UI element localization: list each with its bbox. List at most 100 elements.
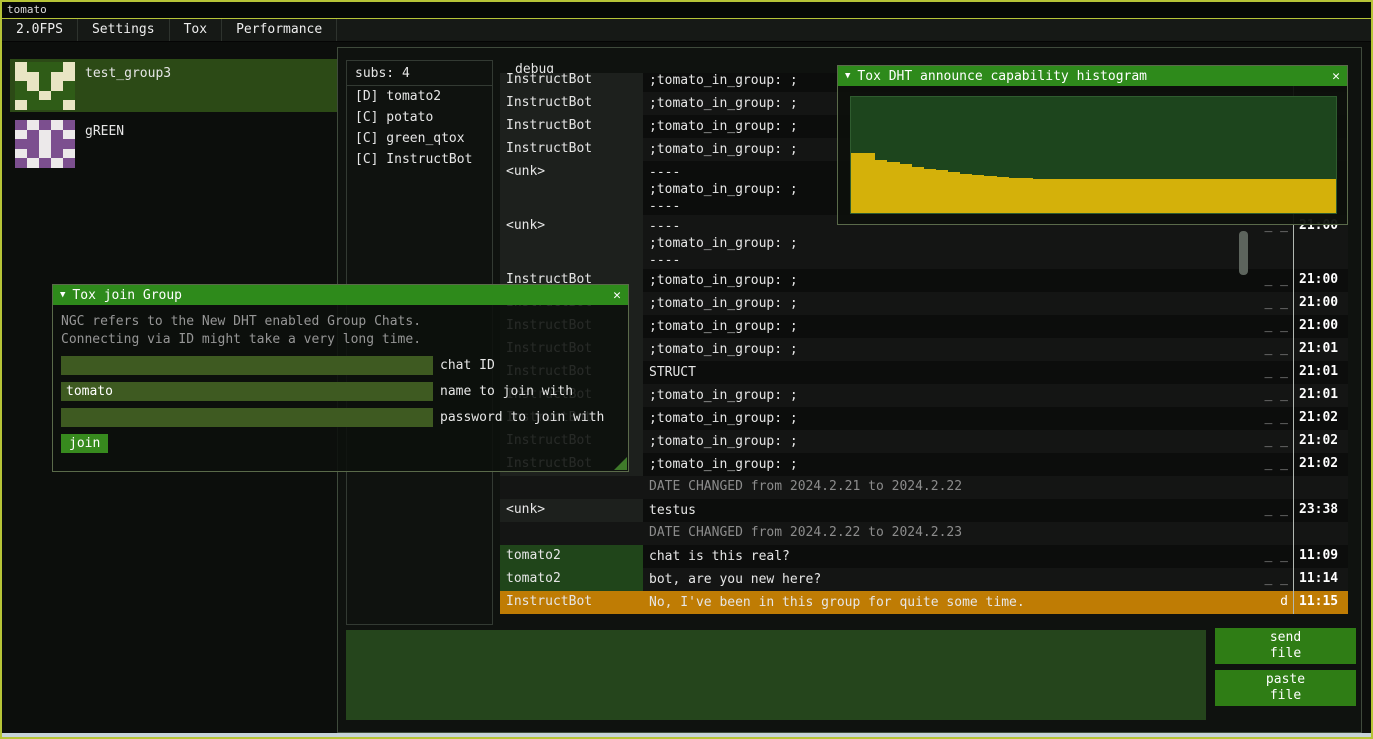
histogram-bar — [1045, 179, 1057, 213]
contact-name: gREEN — [75, 117, 124, 139]
member-item[interactable]: [D] tomato2 — [347, 86, 492, 107]
message-flags: _ _ — [1256, 407, 1293, 430]
field-label: name to join with — [440, 384, 573, 399]
message-time: 21:02 — [1293, 407, 1348, 430]
message-flags: _ _ — [1256, 269, 1293, 292]
message-input[interactable] — [346, 630, 1206, 720]
histogram-bar — [1094, 179, 1106, 213]
message-row[interactable]: <unk>testus_ _23:38 — [500, 499, 1348, 522]
sender-name: InstructBot — [500, 591, 643, 614]
sender-name: tomato2 — [500, 568, 643, 591]
close-icon[interactable]: ✕ — [1332, 69, 1340, 84]
password-to-join-with-input[interactable] — [61, 408, 433, 427]
histogram-bar — [1009, 178, 1021, 213]
join-group-titlebar[interactable]: ▼ Tox join Group ✕ — [53, 285, 628, 305]
collapse-arrow-icon[interactable]: ▼ — [845, 71, 850, 81]
member-list: [D] tomato2[C] potato[C] green_qtox[C] I… — [347, 86, 492, 170]
histogram-bar — [1057, 179, 1069, 213]
message-time: 21:02 — [1293, 453, 1348, 476]
sender-name: <unk> — [500, 499, 643, 522]
histogram-bar — [1106, 179, 1118, 213]
message-text: ;tomato_in_group: ; — [643, 453, 1256, 476]
join-help-text: Connecting via ID might take a very long… — [61, 331, 620, 349]
histogram-bar — [1021, 178, 1033, 213]
close-icon[interactable]: ✕ — [613, 288, 621, 303]
dht-histogram-titlebar[interactable]: ▼ Tox DHT announce capability histogram … — [838, 66, 1347, 86]
histogram-bar — [1069, 179, 1081, 213]
member-item[interactable]: [C] green_qtox — [347, 128, 492, 149]
dht-histogram-title: Tox DHT announce capability histogram — [857, 69, 1325, 84]
contact-avatar — [15, 120, 75, 168]
message-row[interactable]: tomato2bot, are you new here?_ _11:14 — [500, 568, 1348, 591]
histogram-bar — [1215, 179, 1227, 213]
histogram-bar — [900, 164, 912, 213]
message-row[interactable]: tomato2chat is this real?_ _11:09 — [500, 545, 1348, 568]
member-count: subs: 4 — [347, 61, 492, 86]
member-item[interactable]: [C] potato — [347, 107, 492, 128]
chat-scrollbar[interactable] — [1239, 231, 1248, 275]
join-field-row: chat ID — [61, 356, 620, 375]
message-flags: _ _ — [1256, 453, 1293, 476]
message-flags: _ _ — [1256, 361, 1293, 384]
message-flags: _ _ — [1256, 545, 1293, 568]
field-label: chat ID — [440, 358, 495, 373]
histogram-bar — [1118, 179, 1130, 213]
histogram-bar — [1312, 179, 1324, 213]
message-flags: _ _ — [1256, 315, 1293, 338]
histogram-bar — [1251, 179, 1263, 213]
message-text: ;tomato_in_group: ; — [643, 407, 1256, 430]
message-row[interactable]: InstructBotNo, I've been in this group f… — [500, 591, 1348, 614]
histogram-bar — [1142, 179, 1154, 213]
histogram-bar — [936, 170, 948, 213]
chat-id-input[interactable] — [61, 356, 433, 375]
member-item[interactable]: [C] InstructBot — [347, 149, 492, 170]
message-text: No, I've been in this group for quite so… — [643, 591, 1256, 614]
sender-name: <unk> — [500, 215, 643, 269]
message-time: 11:09 — [1293, 545, 1348, 568]
join-button[interactable]: join — [61, 434, 108, 453]
histogram-bar — [948, 172, 960, 213]
field-label: password to join with — [440, 410, 604, 425]
histogram-bar — [1275, 179, 1287, 213]
sender-name: InstructBot — [500, 92, 643, 115]
message-flags: d — [1256, 591, 1293, 614]
contact-row[interactable]: gREEN — [10, 117, 337, 170]
contact-list: test_group3 gREEN — [10, 59, 337, 175]
message-time: 11:14 — [1293, 568, 1348, 591]
sender-name: InstructBot — [500, 115, 643, 138]
message-text: chat is this real? — [643, 545, 1256, 568]
resize-grip-icon[interactable] — [614, 457, 627, 470]
histogram-body — [838, 86, 1347, 224]
date-changed-text: DATE CHANGED from 2024.2.21 to 2024.2.22 — [643, 476, 1256, 499]
message-time: 21:00 — [1293, 315, 1348, 338]
message-time: 11:15 — [1293, 591, 1348, 614]
message-flags: _ _ — [1256, 338, 1293, 361]
histogram-bar — [851, 153, 863, 213]
histogram-bar — [984, 176, 996, 213]
menu-item-performance[interactable]: Performance — [222, 19, 337, 41]
message-text: ;tomato_in_group: ; — [643, 338, 1256, 361]
contact-name: test_group3 — [75, 59, 171, 81]
name-to-join-with-input[interactable] — [61, 382, 433, 401]
histogram-plot — [850, 96, 1337, 214]
histogram-bar — [972, 175, 984, 213]
sender-name: InstructBot — [500, 73, 643, 92]
histogram-bar — [1178, 179, 1190, 213]
collapse-arrow-icon[interactable]: ▼ — [60, 290, 65, 300]
histogram-bar — [1166, 179, 1178, 213]
message-time — [1293, 522, 1348, 545]
dht-histogram-window: ▼ Tox DHT announce capability histogram … — [837, 65, 1348, 225]
histogram-bar — [1081, 179, 1093, 213]
menu-item-tox[interactable]: Tox — [170, 19, 222, 41]
histogram-bar — [1227, 179, 1239, 213]
menu-item-settings[interactable]: Settings — [78, 19, 170, 41]
message-text: ;tomato_in_group: ; — [643, 269, 1256, 292]
message-time: 21:01 — [1293, 361, 1348, 384]
send-file-button[interactable]: send file — [1215, 628, 1356, 664]
contact-row[interactable]: test_group3 — [10, 59, 337, 112]
join-group-body: NGC refers to the New DHT enabled Group … — [53, 305, 628, 461]
date-row: DATE CHANGED from 2024.2.21 to 2024.2.22 — [500, 476, 1348, 499]
histogram-bar — [1300, 179, 1312, 213]
sender-name — [500, 522, 643, 545]
paste-file-button[interactable]: paste file — [1215, 670, 1356, 706]
